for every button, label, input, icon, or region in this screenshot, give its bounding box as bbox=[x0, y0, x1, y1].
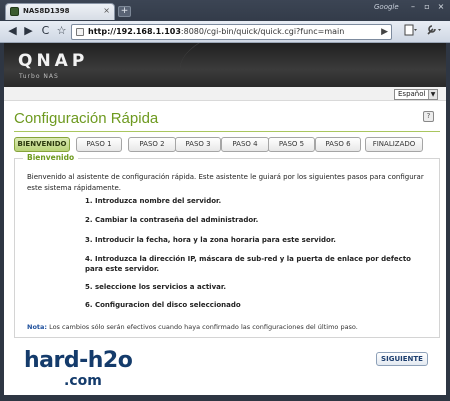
language-select[interactable]: Español ▼ bbox=[394, 89, 438, 100]
step-bienvenido[interactable]: BIENVENIDO bbox=[14, 137, 70, 152]
page-icon bbox=[404, 24, 417, 36]
language-bar: Español ▼ bbox=[4, 87, 446, 101]
list-item: 3. Introducir la fecha, hora y la zona h… bbox=[85, 236, 336, 244]
list-item: 2. Cambiar la contraseña del administrad… bbox=[85, 216, 259, 224]
list-item: 5. seleccione los servicios a activar. bbox=[85, 283, 226, 291]
chevron-down-icon: ▼ bbox=[428, 90, 437, 99]
next-button[interactable]: SIGUIENTE bbox=[376, 352, 428, 366]
footer-note: Nota: Los cambios sólo serán efectivos c… bbox=[27, 323, 358, 331]
note-label: Nota: bbox=[27, 323, 47, 331]
forward-button[interactable]: ▶ bbox=[21, 24, 36, 39]
page-icon bbox=[76, 28, 84, 36]
back-button[interactable]: ◀ bbox=[5, 24, 20, 39]
close-window-button[interactable]: × bbox=[434, 2, 448, 12]
qnap-logo: QNAP bbox=[18, 51, 89, 71]
browser-toolbar: ◀ ▶ C ☆ http://192.168.1.103:8080/cgi-bi… bbox=[0, 21, 450, 43]
go-arrow-icon[interactable]: ▶ bbox=[381, 27, 388, 37]
help-icon[interactable]: ? bbox=[423, 111, 434, 122]
tab-title: NAS8D1398 bbox=[23, 7, 70, 15]
page-title: Configuración Rápida bbox=[14, 110, 159, 127]
step-paso-3[interactable]: PASO 3 bbox=[175, 137, 221, 152]
page-content: Español ▼ Configuración Rápida ? BIENVEN… bbox=[4, 87, 446, 395]
close-tab-icon[interactable]: × bbox=[103, 6, 110, 15]
url-path: :8080/cgi-bin/quick/quick.cgi?func=main bbox=[180, 27, 345, 36]
step-finalizado[interactable]: FINALIZADO bbox=[365, 137, 423, 152]
list-item: 1. Introduzca nombre del servidor. bbox=[85, 197, 222, 205]
window-frame-right bbox=[446, 43, 450, 395]
panel-intro-text: Bienvenido al asistente de configuración… bbox=[27, 173, 424, 192]
wizard-steps: BIENVENIDO PASO 1 PASO 2 PASO 3 PASO 4 P… bbox=[14, 137, 440, 153]
maximize-button[interactable]: ▫ bbox=[420, 2, 434, 12]
list-item: 4. Introduzca la dirección IP, máscara d… bbox=[85, 255, 411, 273]
watermark-domain: .com bbox=[64, 373, 102, 389]
reload-button[interactable]: C bbox=[38, 24, 53, 39]
tools-menu-button[interactable] bbox=[424, 24, 444, 39]
minimize-button[interactable]: – bbox=[406, 2, 420, 12]
browser-tab[interactable]: NAS8D1398 × bbox=[5, 3, 115, 20]
step-paso-4[interactable]: PASO 4 bbox=[221, 137, 269, 152]
new-tab-button[interactable]: + bbox=[118, 6, 131, 17]
step-paso-6[interactable]: PASO 6 bbox=[315, 137, 361, 152]
qnap-favicon-icon bbox=[10, 7, 19, 16]
google-label: Google bbox=[374, 3, 399, 11]
welcome-panel: Bienvenido Bienvenido al asistente de co… bbox=[14, 153, 440, 338]
turbo-nas-label: Turbo NAS bbox=[19, 73, 59, 80]
title-divider bbox=[14, 131, 440, 132]
address-bar[interactable]: http://192.168.1.103:8080/cgi-bin/quick/… bbox=[71, 24, 392, 40]
note-text: Los cambios sólo serán efectivos cuando … bbox=[47, 323, 358, 331]
url-host: http://192.168.1.103 bbox=[88, 27, 181, 36]
watermark-logo: hard-h2o bbox=[24, 348, 133, 373]
step-paso-5[interactable]: PASO 5 bbox=[268, 137, 315, 152]
qnap-header-banner: QNAP Turbo NAS bbox=[0, 43, 450, 87]
url-text[interactable]: http://192.168.1.103:8080/cgi-bin/quick/… bbox=[88, 27, 344, 36]
step-paso-1[interactable]: PASO 1 bbox=[76, 137, 122, 152]
wrench-icon bbox=[427, 25, 441, 35]
bookmark-star-icon[interactable]: ☆ bbox=[54, 24, 69, 39]
language-selected: Español bbox=[398, 90, 426, 98]
panel-legend: Bienvenido bbox=[23, 153, 79, 162]
page-menu-button[interactable] bbox=[402, 24, 420, 39]
window-frame-bottom bbox=[0, 395, 450, 401]
list-item: 6. Configuracion del disco seleccionado bbox=[85, 301, 241, 309]
step-paso-2[interactable]: PASO 2 bbox=[128, 137, 176, 152]
